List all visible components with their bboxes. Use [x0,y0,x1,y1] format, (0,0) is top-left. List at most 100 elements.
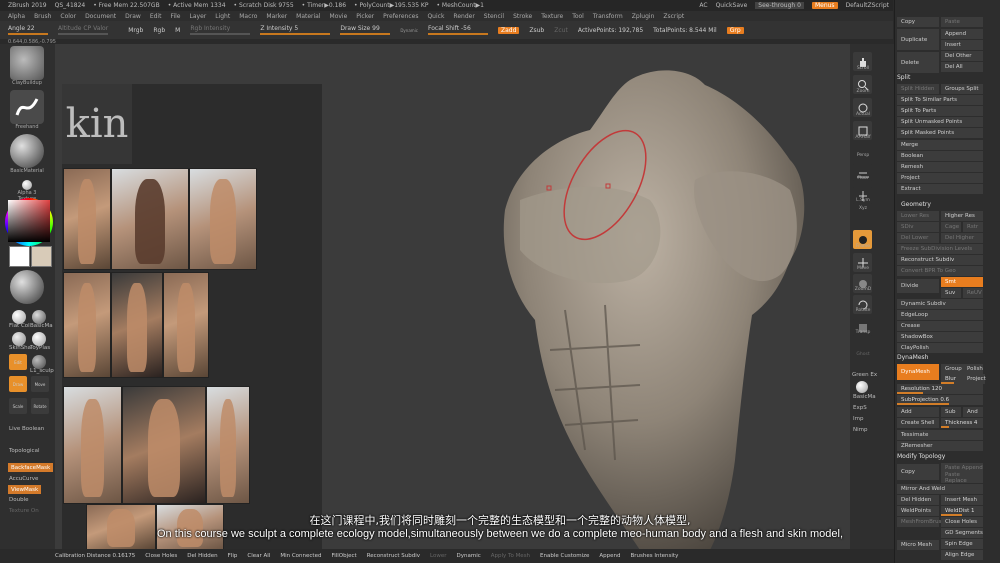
delete-button[interactable]: Delete [897,52,939,73]
rstr-button[interactable]: Rstr [963,222,983,232]
menu-light[interactable]: Light [215,13,230,20]
lower-button[interactable]: Lower [425,553,451,559]
menu-tool[interactable]: Tool [572,13,584,20]
rgb-intensity-slider[interactable]: Rgb Intensity [190,25,251,35]
see-through-slider[interactable]: See-through 0 [755,2,804,9]
merge-button[interactable]: Merge [897,140,983,150]
draw-button[interactable]: Draw [9,376,27,392]
fillobject-button[interactable]: FillObject [326,553,361,559]
rgb-button[interactable]: Rgb [153,27,165,34]
dynamic-bottom-button[interactable]: Dynamic [451,553,485,559]
split-unmasked-button[interactable]: Split Unmasked Points [897,117,983,127]
modify-topology-header[interactable]: Modify Topology [897,453,945,460]
double-button[interactable]: Double [9,497,29,503]
smt-button[interactable]: Smt [941,277,983,287]
project-button[interactable]: Project [897,173,983,183]
color-picker[interactable] [8,200,50,242]
blur-slider[interactable]: Blur [941,374,963,384]
resolution-slider[interactable]: Resolution 120 [897,384,983,394]
accucurve-button[interactable]: AccuCurve [9,476,38,482]
menu-document[interactable]: Document [85,13,116,20]
spin-edge-button[interactable]: Spin Edge [941,539,983,549]
lower-res-button[interactable]: Lower Res [897,211,939,221]
claypolish-button[interactable]: ClayPolish [897,343,983,353]
rotate-button[interactable]: Rotate [31,398,49,414]
menu-macro[interactable]: Macro [239,13,257,20]
copy-topology-button[interactable]: Copy [897,464,939,480]
del-higher-button[interactable]: Del Higher [941,233,983,243]
draw-size-slider[interactable]: Draw Size 99 [340,25,391,35]
polish-button[interactable]: Polish [963,364,983,374]
clear-all-button[interactable]: Clear All [242,553,275,559]
exps-button[interactable]: ExpS [853,405,867,411]
duplicate-button[interactable]: Duplicate [897,29,939,50]
move-button[interactable]: Move [31,376,49,392]
brushes-intensity-button[interactable]: Brushes Intensity [626,553,684,559]
default-zscript-button[interactable]: DefaultZScript [846,2,889,9]
divide-button[interactable]: Divide [897,279,939,293]
split-hidden-button[interactable]: Split Hidden [897,84,939,94]
menu-stencil[interactable]: Stencil [484,13,504,20]
higher-res-button[interactable]: Higher Res [941,211,983,221]
mrgb-button[interactable]: Mrgb [128,27,143,34]
extract-button[interactable]: Extract [897,184,983,194]
green-extract-button[interactable]: Green Ex [852,372,877,378]
l1-sculpt-icon[interactable] [32,355,46,369]
menu-stroke[interactable]: Stroke [513,13,532,20]
convert-bpr-button[interactable]: Convert BPR To Geo [897,266,983,276]
menu-marker[interactable]: Marker [266,13,287,20]
menu-zplugin[interactable]: Zplugin [632,13,655,20]
clay-buildup-brush[interactable]: ClayBuildup [8,46,46,86]
crease-button[interactable]: Crease [897,321,983,331]
shadowbox-button[interactable]: ShadowBox [897,332,983,342]
focal-shift-slider[interactable]: Focal Shift -56 [427,25,488,35]
flip-button[interactable]: Flip [223,553,243,559]
thickness-slider[interactable]: Thickness 4 [941,418,983,428]
split-masked-button[interactable]: Split Masked Points [897,128,983,138]
project-toggle[interactable]: Project [963,374,986,384]
cage-button[interactable]: Cage [941,222,961,232]
menu-file[interactable]: File [170,13,180,20]
edit-button[interactable]: Edit [9,354,27,370]
group-button[interactable]: Group [941,364,963,374]
quicksave-button[interactable]: QuickSave [716,2,748,9]
paste-button[interactable]: Paste [941,17,983,27]
altitude-slider[interactable]: Altitude CP Valor [58,25,108,35]
torso-sculpt[interactable] [490,60,820,550]
nimp-button[interactable]: Nimp [853,427,868,433]
menu-brush[interactable]: Brush [34,13,51,20]
append-button[interactable]: Append [941,29,983,39]
append-bottom-button[interactable]: Append [594,553,625,559]
del-other-button[interactable]: Del Other [941,51,983,61]
insert-mesh-button[interactable]: Insert Mesh [941,495,983,505]
split-similar-button[interactable]: Split To Similar Parts [897,95,983,105]
backface-mask-button[interactable]: BackfaceMask [8,463,54,472]
geometry-header[interactable]: Geometry [901,201,931,208]
dynamic-button[interactable]: Dynamic [400,28,418,33]
del-hidden-bottom-button[interactable]: Del Hidden [182,553,222,559]
scale-button[interactable]: Scale [9,398,27,414]
subprojection-slider[interactable]: SubProjection 0.6 [897,395,983,405]
persp-button[interactable]: Persp [851,153,875,158]
main-color-swatch[interactable] [9,246,30,267]
menu-texture[interactable]: Texture [541,13,563,20]
reconstruct-subdiv-bottom-button[interactable]: Reconstruct Subdiv [362,553,425,559]
min-connected-button[interactable]: Min Connected [275,553,326,559]
and-button[interactable]: And [963,407,983,417]
edgeloop-button[interactable]: EdgeLoop [897,310,983,320]
remesh-button[interactable]: Remesh [897,162,983,172]
live-boolean-button[interactable]: Live Boolean [9,426,44,432]
del-lower-button[interactable]: Del Lower [897,233,939,243]
calibration-distance[interactable]: Calibration Distance 0.16175 [0,553,140,559]
menu-preferences[interactable]: Preferences [383,13,418,20]
split-header[interactable]: Split [897,74,910,81]
dynamic-subdiv-button[interactable]: Dynamic Subdiv [897,299,983,309]
del-all-button[interactable]: Del All [941,62,983,72]
freehand-stroke[interactable]: Freehand [8,90,46,130]
split-parts-button[interactable]: Split To Parts [897,106,983,116]
grp-button[interactable]: Grp [726,26,744,34]
toy-plastic-icon[interactable] [32,332,46,346]
zadd-button[interactable]: Zadd [497,26,520,34]
menu-edit[interactable]: Edit [150,13,162,20]
ac-button[interactable]: AC [699,2,707,9]
